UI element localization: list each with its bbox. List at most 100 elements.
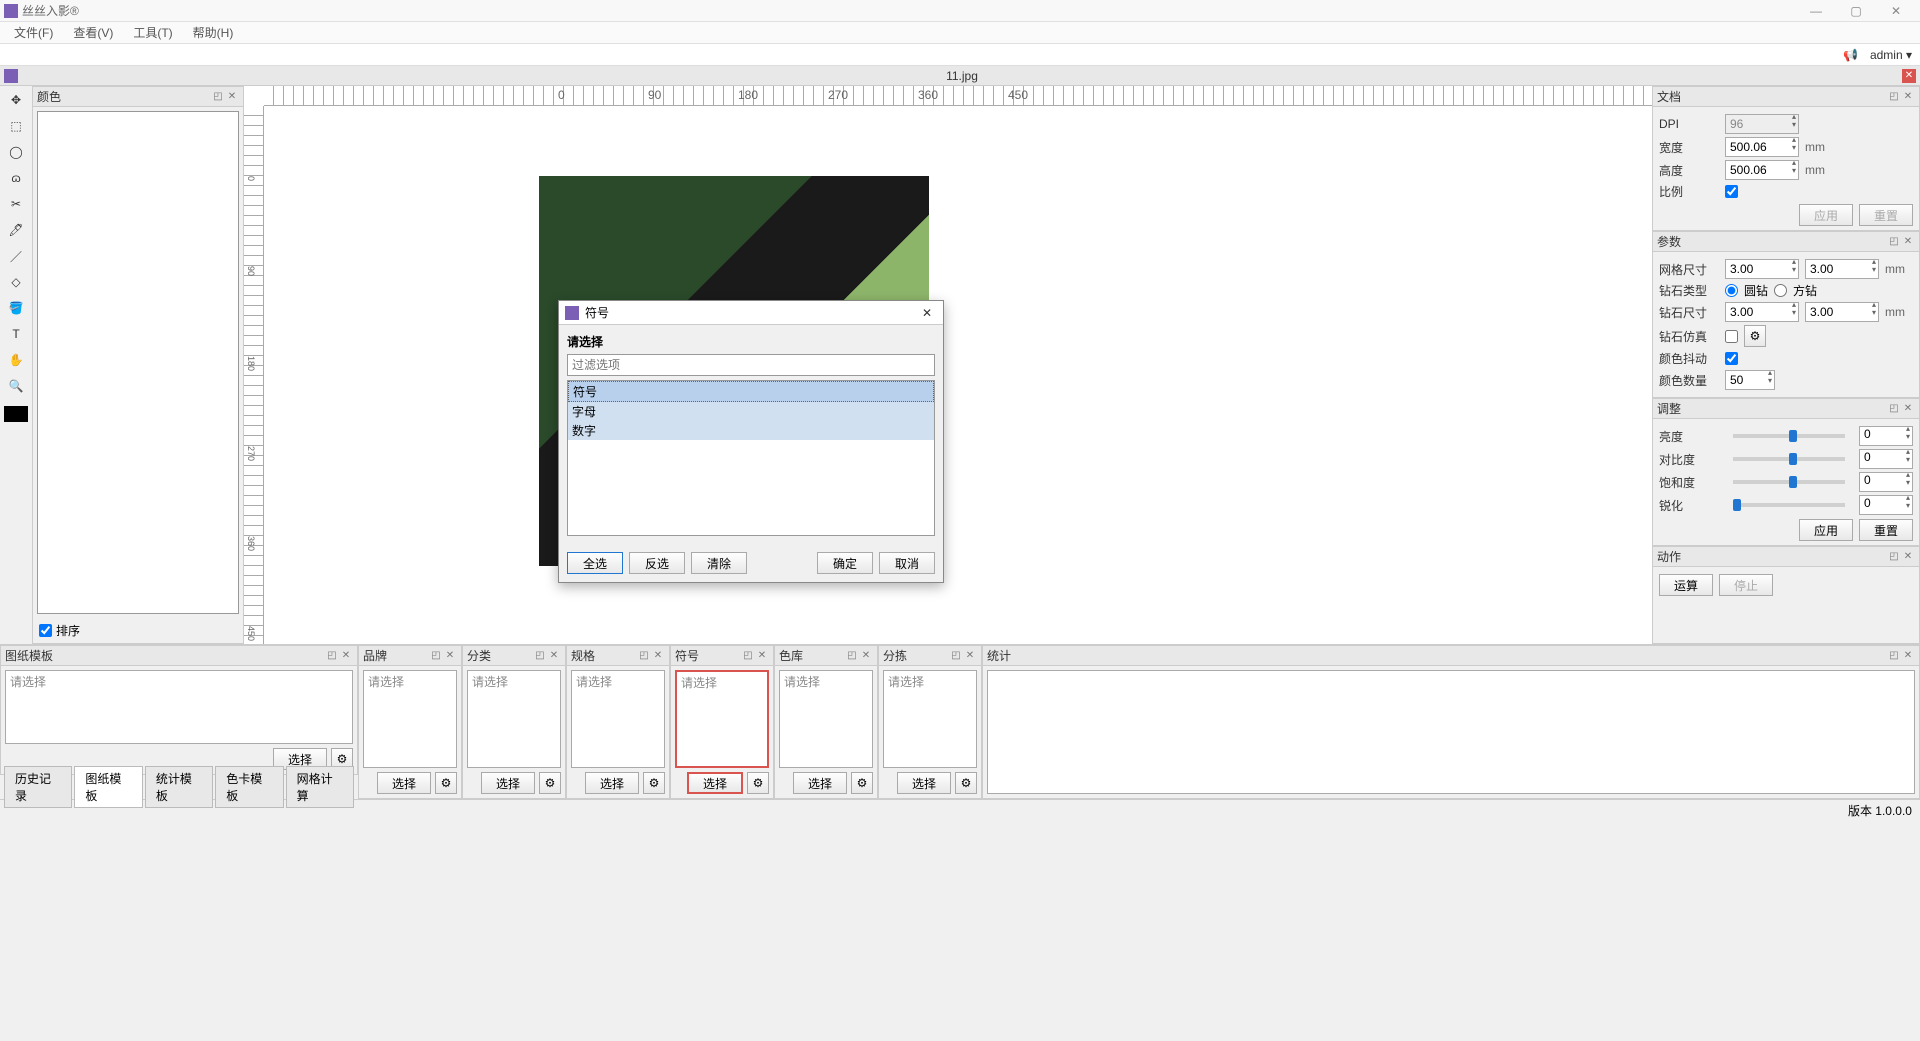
menu-file[interactable]: 文件(F) [4,22,63,43]
dither-checkbox[interactable] [1725,352,1738,365]
brand-gear-icon[interactable]: ⚙ [435,772,457,794]
dpi-field[interactable]: 96 [1725,114,1799,134]
canvas-area[interactable]: 0 90 180 270 360 450 0 90 180 270 360 45… [244,86,1652,644]
minimize-button[interactable]: — [1796,0,1836,21]
zoom-icon[interactable]: 🔍 [4,376,28,396]
sharp-slider[interactable] [1733,503,1845,507]
category-list[interactable]: 请选择 [467,670,561,768]
dialog-close-button[interactable]: ✕ [917,306,937,320]
fill-icon[interactable]: 🪣 [4,298,28,318]
grid-h-field[interactable]: 3.00 [1805,259,1879,279]
tab-template[interactable]: 图纸模板 [74,766,142,808]
sat-field[interactable]: 0 [1859,472,1913,492]
contrast-field[interactable]: 0 [1859,449,1913,469]
menu-help[interactable]: 帮助(H) [183,22,244,43]
dialog-list[interactable]: 符号 字母 数字 [567,380,935,536]
template-list[interactable]: 请选择 [5,670,353,744]
action-close[interactable]: ✕ [1901,550,1915,564]
spec-list[interactable]: 请选择 [571,670,665,768]
invert-button[interactable]: 反选 [629,552,685,574]
close-button[interactable]: ✕ [1876,0,1916,21]
stop-button[interactable]: 停止 [1719,574,1773,596]
contrast-slider[interactable] [1733,457,1845,461]
params-undock[interactable]: ◰ [1887,235,1901,249]
menu-view[interactable]: 查看(V) [63,22,123,43]
sharp-field[interactable]: 0 [1859,495,1913,515]
sort-select-button[interactable]: 选择 [897,772,951,794]
round-radio[interactable] [1725,284,1738,297]
sort-checkbox[interactable] [39,624,52,637]
user-menu[interactable]: admin ▾ [1870,48,1912,62]
adjust-apply-button[interactable]: 应用 [1799,519,1853,541]
text-icon[interactable]: T [4,324,28,344]
list-item[interactable]: 数字 [568,421,934,440]
sort-list[interactable]: 请选择 [883,670,977,768]
stats-list[interactable] [987,670,1915,794]
cancel-button[interactable]: 取消 [879,552,935,574]
params-close[interactable]: ✕ [1901,235,1915,249]
eyedropper-icon[interactable]: 🖊 [4,220,28,240]
file-tab-label[interactable]: 11.jpg [22,69,1902,83]
brush-icon[interactable]: ／ [4,246,28,266]
symbol-select-button[interactable]: 选择 [687,772,743,794]
hand-icon[interactable]: ✋ [4,350,28,370]
ellipse-select-icon[interactable]: ◯ [4,142,28,162]
spec-gear-icon[interactable]: ⚙ [643,772,665,794]
color-panel-undock[interactable]: ◰ [211,90,225,104]
move-tool-icon[interactable]: ✥ [4,90,28,110]
ratio-checkbox[interactable] [1725,185,1738,198]
rect-select-icon[interactable]: ⬚ [4,116,28,136]
brand-list[interactable]: 请选择 [363,670,457,768]
category-select-button[interactable]: 选择 [481,772,535,794]
symbol-list[interactable]: 请选择 [675,670,769,768]
palette-select-button[interactable]: 选择 [793,772,847,794]
symbol-gear-icon[interactable]: ⚙ [747,772,769,794]
color-swatch[interactable] [4,406,28,422]
palette-gear-icon[interactable]: ⚙ [851,772,873,794]
filter-input[interactable] [567,354,935,376]
count-field[interactable]: 50 [1725,370,1775,390]
width-field[interactable]: 500.06 [1725,137,1799,157]
list-item[interactable]: 字母 [568,402,934,421]
run-button[interactable]: 运算 [1659,574,1713,596]
height-field[interactable]: 500.06 [1725,160,1799,180]
doc-undock[interactable]: ◰ [1887,90,1901,104]
sim-gear-icon[interactable]: ⚙ [1744,325,1766,347]
action-undock[interactable]: ◰ [1887,550,1901,564]
select-all-button[interactable]: 全选 [567,552,623,574]
doc-apply-button[interactable]: 应用 [1799,204,1853,226]
size-h-field[interactable]: 3.00 [1805,302,1879,322]
color-panel-close[interactable]: ✕ [225,90,239,104]
color-list[interactable] [37,111,239,614]
tab-stattpl[interactable]: 统计模板 [145,766,213,808]
sim-checkbox[interactable] [1725,330,1738,343]
adjust-close[interactable]: ✕ [1901,402,1915,416]
bright-slider[interactable] [1733,434,1845,438]
tab-gridcalc[interactable]: 网格计算 [286,766,354,808]
bright-field[interactable]: 0 [1859,426,1913,446]
size-w-field[interactable]: 3.00 [1725,302,1799,322]
square-radio[interactable] [1774,284,1787,297]
category-gear-icon[interactable]: ⚙ [539,772,561,794]
list-item[interactable]: 符号 [568,381,934,402]
clear-button[interactable]: 清除 [691,552,747,574]
adjust-reset-button[interactable]: 重置 [1859,519,1913,541]
notify-icon[interactable]: 📢 [1843,48,1858,62]
doc-close[interactable]: ✕ [1901,90,1915,104]
adjust-undock[interactable]: ◰ [1887,402,1901,416]
tab-cardtpl[interactable]: 色卡模板 [215,766,283,808]
ok-button[interactable]: 确定 [817,552,873,574]
lasso-icon[interactable]: ɷ [4,168,28,188]
maximize-button[interactable]: ▢ [1836,0,1876,21]
spec-select-button[interactable]: 选择 [585,772,639,794]
palette-list[interactable]: 请选择 [779,670,873,768]
crop-icon[interactable]: ✂ [4,194,28,214]
tab-history[interactable]: 历史记录 [4,766,72,808]
menu-tools[interactable]: 工具(T) [123,22,182,43]
grid-w-field[interactable]: 3.00 [1725,259,1799,279]
doc-reset-button[interactable]: 重置 [1859,204,1913,226]
eraser-icon[interactable]: ◇ [4,272,28,292]
sat-slider[interactable] [1733,480,1845,484]
file-tab-close[interactable]: ✕ [1902,69,1916,83]
sort-gear-icon[interactable]: ⚙ [955,772,977,794]
